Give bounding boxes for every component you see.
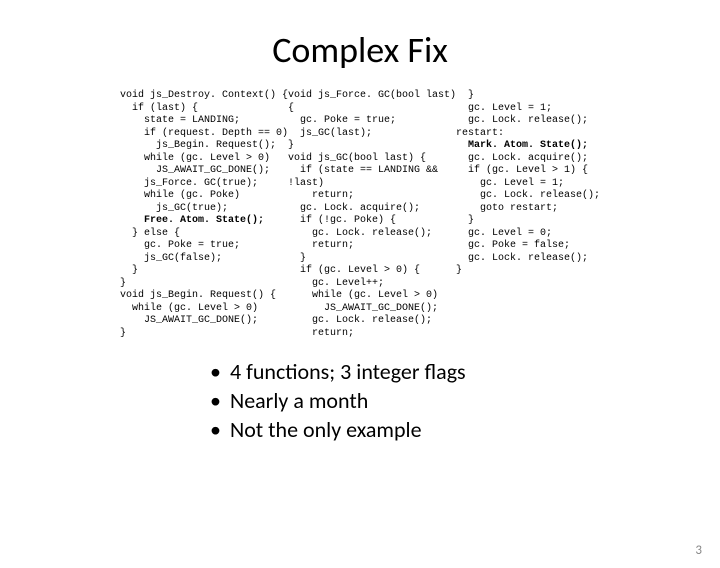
bullet-list: 4 functions; 3 integer flags Nearly a mo… <box>210 358 720 443</box>
list-item: Nearly a month <box>210 387 720 414</box>
list-item: 4 functions; 3 integer flags <box>210 358 720 385</box>
code-bold-mark-atom: Mark. Atom. State(); <box>468 140 588 151</box>
code-column-2: void js_Force. GC(bool last) { gc. Poke … <box>288 90 456 340</box>
code-column-1: void js_Destroy. Context() { if (last) {… <box>120 90 288 340</box>
code-text: void js_Destroy. Context() { if (last) {… <box>120 90 288 226</box>
code-text: gc. Lock. acquire(); if (gc. Level > 1) … <box>456 153 600 277</box>
code-column-3: } gc. Level = 1; gc. Lock. release(); re… <box>456 90 600 340</box>
page-number: 3 <box>695 543 702 558</box>
page-title: Complex Fix <box>0 28 720 72</box>
code-listing: void js_Destroy. Context() { if (last) {… <box>0 90 720 340</box>
code-text: void js_Force. GC(bool last) { gc. Poke … <box>288 90 456 339</box>
list-item: Not the only example <box>210 416 720 443</box>
code-bold-free-atom: Free. Atom. State(); <box>144 215 264 226</box>
code-text: } else { gc. Poke = true; js_GC(false); … <box>120 228 276 339</box>
